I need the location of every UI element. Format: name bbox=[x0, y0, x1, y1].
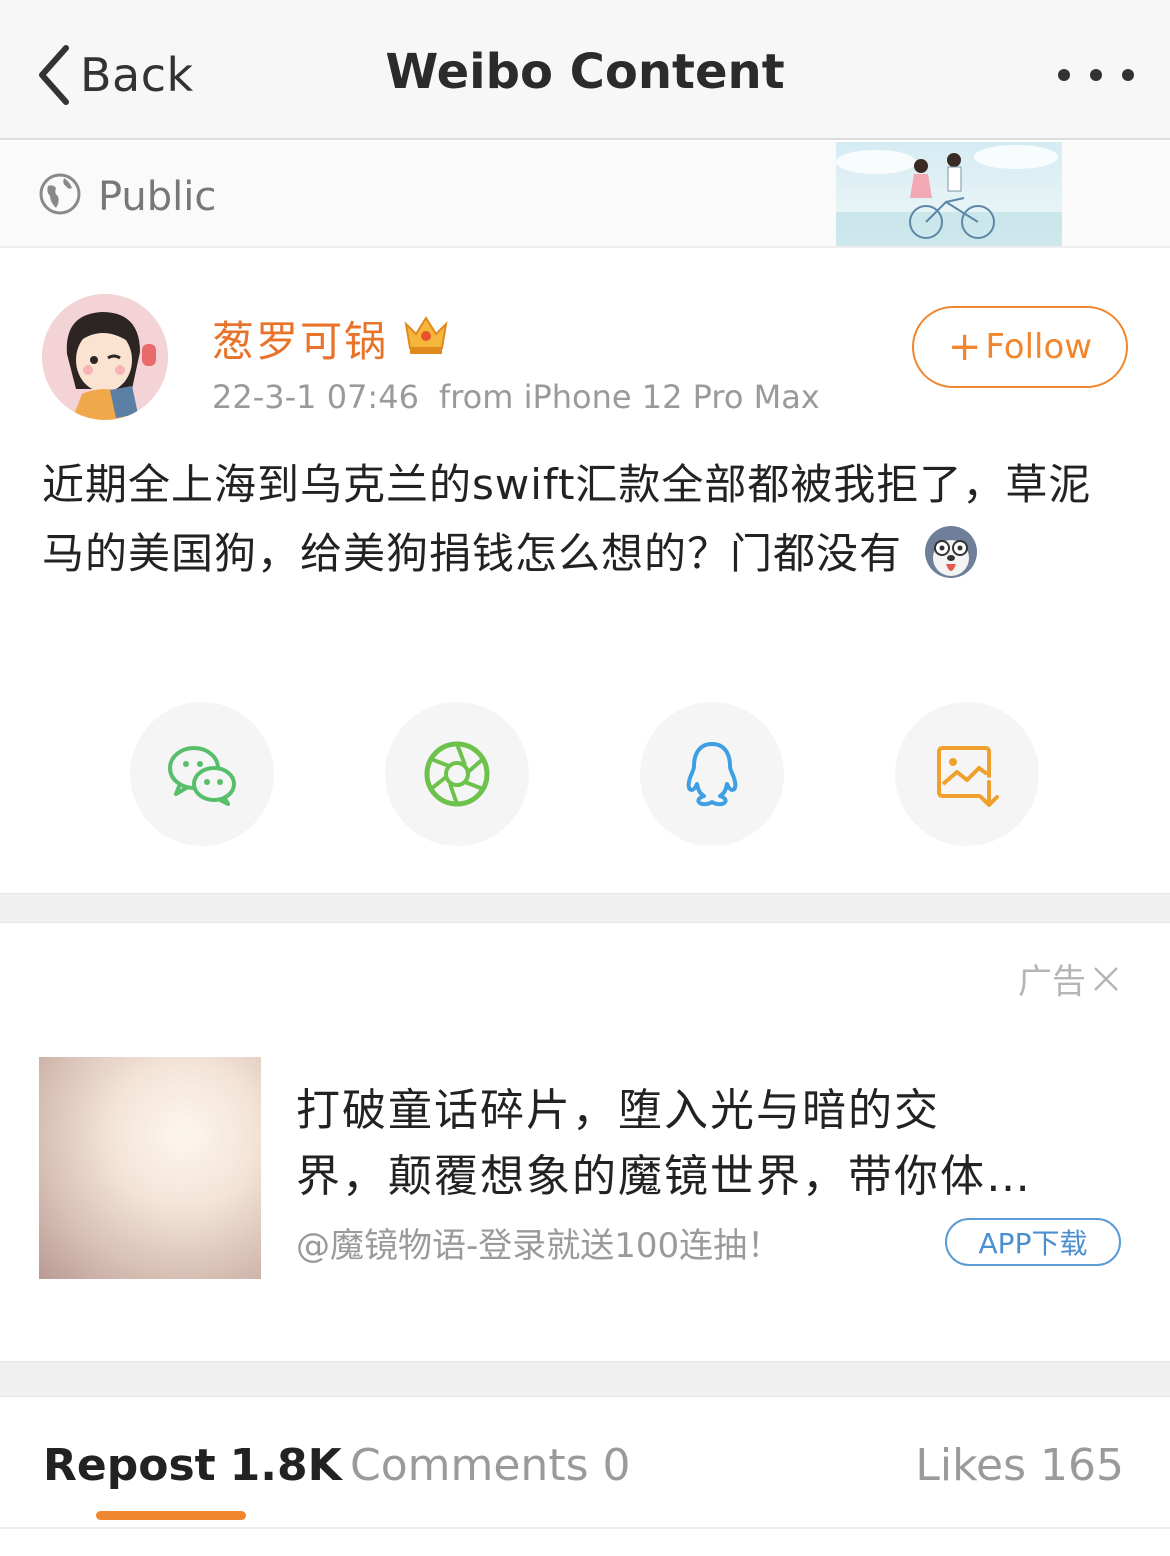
post-timestamp: 22-3-1 07:46 bbox=[212, 378, 419, 416]
share-qq-button[interactable] bbox=[640, 702, 784, 846]
more-dots-icon[interactable] bbox=[1058, 60, 1134, 90]
ad-label: 广告 bbox=[1018, 962, 1086, 1002]
app-download-button[interactable]: APP下载 bbox=[945, 1218, 1121, 1266]
navigation-bar: Back Weibo Content bbox=[0, 0, 1170, 140]
couple-bicycle-banner bbox=[836, 142, 1062, 246]
follow-button[interactable]: + Follow bbox=[912, 306, 1128, 388]
tab-comments[interactable]: Comments 0 bbox=[350, 1440, 631, 1491]
avatar[interactable] bbox=[42, 294, 168, 420]
ad-image[interactable] bbox=[39, 1057, 261, 1279]
tab-comments-count: 0 bbox=[602, 1440, 631, 1491]
visibility-label: Public bbox=[98, 174, 217, 220]
save-image-button[interactable] bbox=[895, 702, 1039, 846]
ad-tag[interactable]: 广告 bbox=[1018, 954, 1120, 1003]
tab-repost[interactable]: Repost 1.8K bbox=[43, 1440, 342, 1491]
plus-icon: + bbox=[947, 324, 982, 370]
tab-repost-label: Repost bbox=[43, 1440, 216, 1491]
tab-likes[interactable]: Likes 165 bbox=[915, 1440, 1124, 1491]
divider bbox=[0, 1527, 1170, 1529]
qq-icon bbox=[686, 742, 738, 807]
crown-icon bbox=[404, 316, 448, 354]
section-divider bbox=[0, 1361, 1170, 1397]
tab-likes-label: Likes bbox=[915, 1440, 1027, 1491]
post-text: 近期全上海到乌克兰的swift汇款全部都被我拒了，草泥马的美国狗，给美狗捐钱怎么… bbox=[42, 450, 1132, 588]
ad-subtitle: @魔镜物语-登录就送100连抽！ bbox=[296, 1226, 782, 1266]
moments-icon bbox=[424, 741, 490, 807]
post-source: from iPhone 12 Pro Max bbox=[438, 378, 820, 416]
ad-headline-line2: 界，颠覆想象的魔镜世界，带你体… bbox=[296, 1151, 1032, 1202]
avatar-image bbox=[42, 294, 168, 420]
back-label: Back bbox=[80, 48, 194, 102]
save-image-icon bbox=[937, 746, 999, 807]
tab-likes-count: 165 bbox=[1040, 1440, 1124, 1491]
follow-label: Follow bbox=[985, 327, 1093, 367]
section-divider bbox=[0, 893, 1170, 923]
share-moments-button[interactable] bbox=[385, 702, 529, 846]
visibility-row: Public bbox=[0, 142, 1170, 248]
page-title: Weibo Content bbox=[385, 44, 785, 100]
globe-icon bbox=[39, 173, 81, 215]
tab-repost-count: 1.8K bbox=[229, 1440, 342, 1491]
active-tab-indicator bbox=[96, 1511, 246, 1520]
post-meta: 22-3-1 07:46 from iPhone 12 Pro Max bbox=[212, 378, 820, 416]
chevron-left-icon bbox=[39, 45, 69, 105]
husky-emoji-icon bbox=[925, 526, 978, 578]
username[interactable]: 葱罗可锅 bbox=[212, 308, 388, 369]
back-button[interactable]: Back bbox=[34, 40, 194, 110]
ad-headline[interactable]: 打破童话碎片，堕入光与暗的交 界，颠覆想象的魔镜世界，带你体… bbox=[296, 1078, 1126, 1210]
wechat-icon bbox=[168, 746, 236, 806]
share-wechat-button[interactable] bbox=[130, 702, 274, 846]
tab-comments-label: Comments bbox=[350, 1440, 589, 1491]
ad-headline-line1: 打破童话碎片，堕入光与暗的交 bbox=[296, 1085, 940, 1136]
close-icon[interactable] bbox=[1092, 965, 1120, 993]
